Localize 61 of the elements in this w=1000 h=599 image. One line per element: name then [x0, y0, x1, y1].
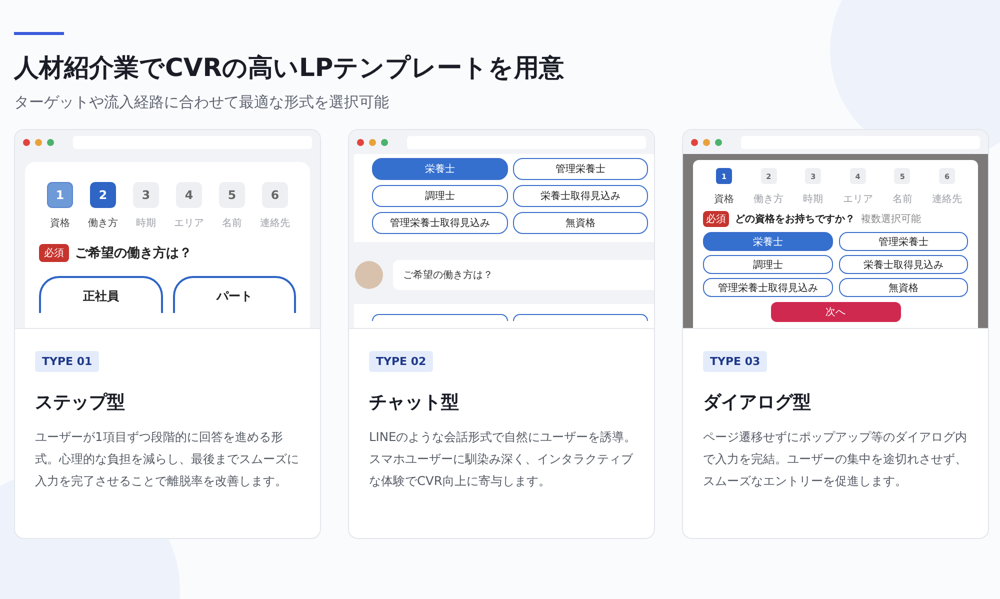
window-dot-icon — [35, 138, 42, 146]
avatar-placeholder — [355, 261, 383, 289]
option-button[interactable]: 栄養士取得見込み — [512, 185, 648, 207]
card-title: チャット型 — [369, 391, 459, 414]
window-dot-icon — [715, 138, 722, 146]
option-button[interactable]: パート — [172, 276, 296, 313]
type-badge: TYPE 01 — [35, 351, 100, 372]
card-description: ページ遷移せずにポップアップ等のダイアログ内で入力を完結。ユーザーの集中を途切れさせず、スムーズなエントリーを促進します。 — [703, 429, 968, 490]
step-label: 時期 — [136, 216, 156, 230]
required-badge: 必須 — [39, 244, 69, 262]
option-button[interactable]: 管理栄養士取得見込み — [372, 212, 508, 234]
step-label: 働き方 — [88, 216, 118, 230]
step-label: 資格 — [714, 192, 734, 206]
card-title: ステップ型 — [35, 391, 125, 414]
step-label: 連絡先 — [260, 216, 290, 230]
option-button[interactable]: 調理士 — [372, 185, 508, 207]
option-button[interactable]: 無資格 — [512, 212, 648, 234]
note-text: 複数選択可能 — [861, 212, 921, 226]
step-label: 連絡先 — [932, 192, 962, 206]
type-badge: TYPE 02 — [369, 351, 434, 372]
step-label: エリア — [174, 217, 204, 230]
window-dot-icon — [23, 138, 30, 146]
option-button[interactable]: 無資格 — [838, 278, 968, 297]
card-description: ユーザーが1項目ずつ段階的に回答を進める形式。心理的な負担を減らし、最後までスムーズに入力を完了させることで離脱率を改善します。 — [35, 429, 300, 490]
page-title: 人材紹介業でCVRの高いLPテンプレートを用意 — [14, 52, 566, 84]
type-badge: TYPE 03 — [703, 351, 768, 372]
step-number: 2 — [90, 182, 116, 208]
option-button[interactable]: 栄養士 — [372, 158, 508, 180]
option-button[interactable]: 栄養士 — [703, 232, 832, 251]
accent-line — [14, 32, 64, 35]
option-button[interactable]: 調理士 — [703, 255, 832, 274]
option-button[interactable]: 栄養士取得見込み — [838, 255, 968, 274]
step-label: 名前 — [222, 217, 242, 230]
step-number: 3 — [133, 182, 159, 208]
step-label: 名前 — [892, 193, 912, 206]
window-dot-icon — [47, 138, 54, 146]
page-subtitle: ターゲットや流入経路に合わせて最適な形式を選択可能 — [14, 92, 390, 113]
step-label: 時期 — [803, 192, 824, 206]
option-button[interactable]: 管理栄養士 — [512, 158, 648, 180]
window-dot-icon — [381, 138, 388, 146]
step-label: 働き方 — [754, 192, 784, 206]
step-number: 1 — [47, 182, 73, 208]
window-dot-icon — [703, 138, 710, 146]
window-dot-icon — [691, 138, 698, 146]
question-text: どの資格をお持ちですか？ — [735, 212, 855, 226]
step-label: エリア — [842, 193, 873, 206]
question-text: ご希望の働き方は？ — [75, 244, 192, 262]
option-button[interactable]: 管理栄養士 — [838, 232, 968, 251]
step-number: 5 — [219, 182, 245, 208]
step-number: 4 — [176, 182, 202, 208]
option-button[interactable]: 正社員 — [39, 276, 162, 313]
step-number: 6 — [262, 182, 288, 208]
chat-bubble: ご希望の働き方は？ — [393, 260, 654, 290]
required-badge: 必須 — [703, 211, 729, 227]
window-dot-icon — [357, 138, 364, 146]
option-button[interactable]: 管理栄養士取得見込み — [703, 278, 832, 297]
card-title: ダイアログ型 — [703, 391, 811, 414]
card-description: LINEのような会話形式で自然にユーザーを誘導。スマホユーザーに馴染み深く、インタラクティブな体験でCVR向上に寄与します。 — [369, 429, 638, 490]
window-dot-icon — [369, 138, 376, 146]
next-button[interactable]: 次へ — [770, 302, 900, 322]
step-label: 資格 — [50, 216, 70, 230]
